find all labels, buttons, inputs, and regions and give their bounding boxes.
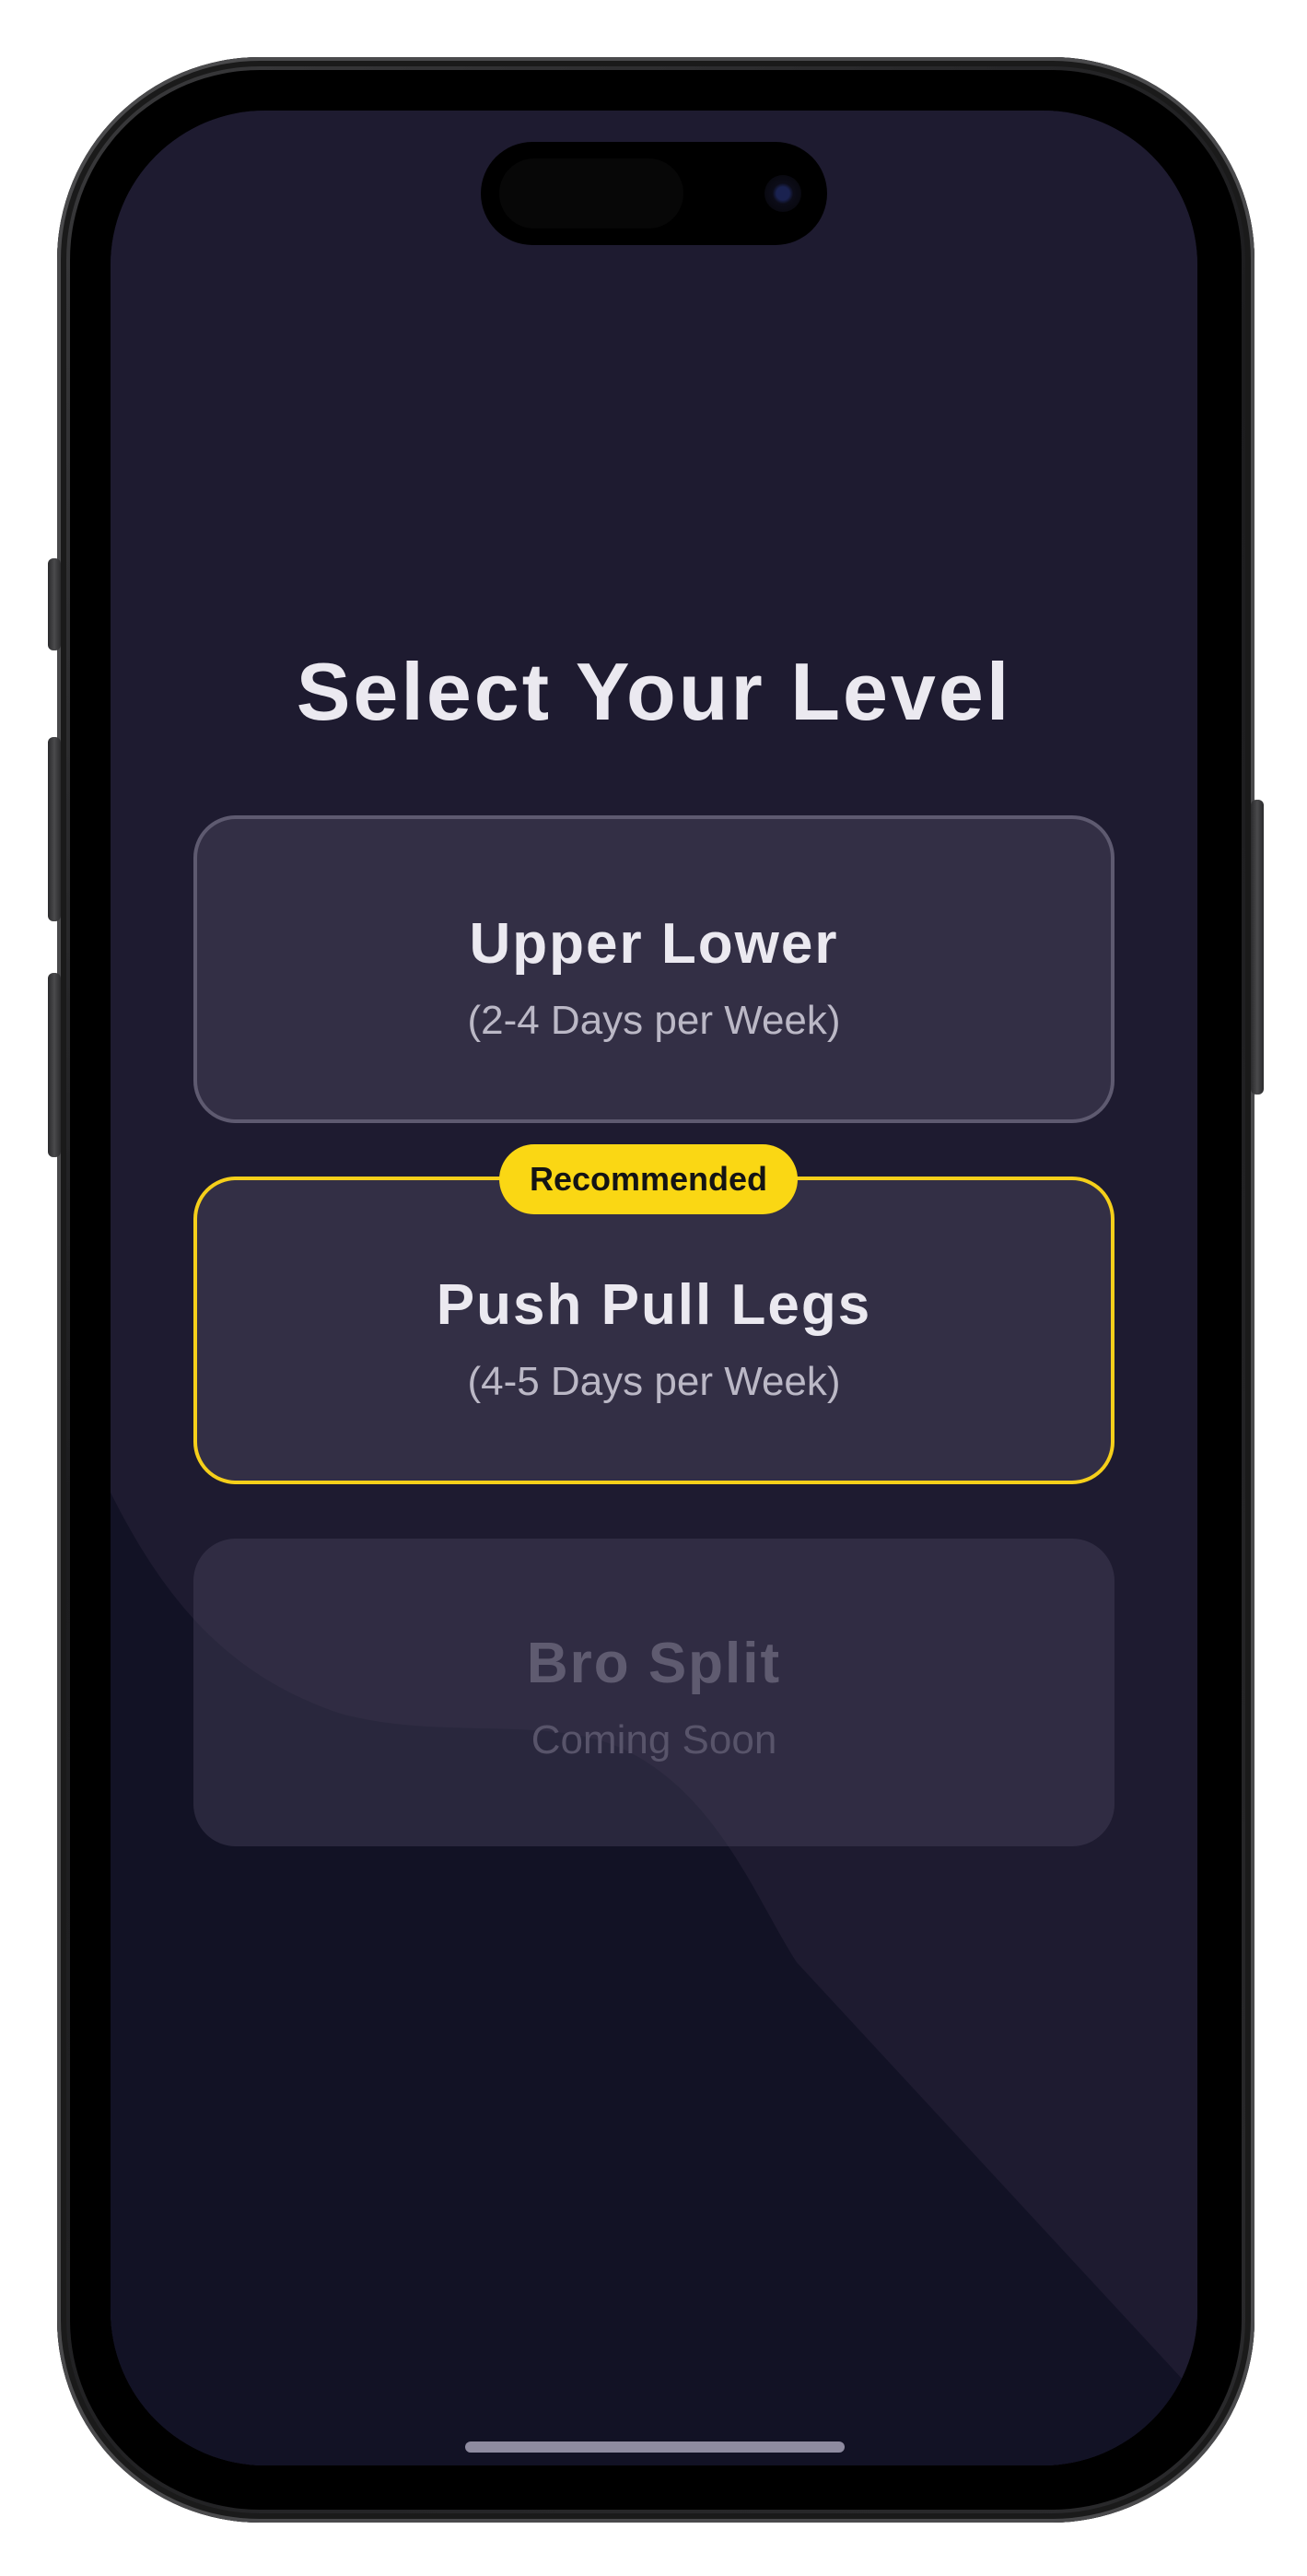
volume-up-button bbox=[48, 737, 61, 921]
dynamic-island bbox=[481, 142, 827, 245]
home-indicator[interactable] bbox=[465, 2441, 845, 2453]
face-id-sensor bbox=[499, 158, 683, 228]
plan-subtitle: (2-4 Days per Week) bbox=[467, 998, 841, 1043]
plan-subtitle: Coming Soon bbox=[531, 1717, 777, 1762]
plan-subtitle: (4-5 Days per Week) bbox=[467, 1359, 841, 1404]
plan-title: Bro Split bbox=[526, 1632, 782, 1695]
page-title: Select Your Level bbox=[296, 646, 1012, 737]
volume-down-button bbox=[48, 973, 61, 1157]
app-screen: Select Your Level Upper Lower (2-4 Days … bbox=[111, 111, 1197, 2465]
plan-card-push-pull-legs[interactable]: Push Pull Legs (4-5 Days per Week) bbox=[193, 1177, 1114, 1484]
plan-card-bro-split: Bro Split Coming Soon bbox=[193, 1539, 1114, 1846]
plan-title: Upper Lower bbox=[469, 912, 839, 976]
plan-card-upper-lower[interactable]: Upper Lower (2-4 Days per Week) bbox=[193, 815, 1114, 1123]
front-camera-icon bbox=[764, 175, 801, 212]
recommended-badge: Recommended bbox=[499, 1144, 798, 1214]
power-button bbox=[1251, 800, 1264, 1095]
action-button bbox=[48, 558, 61, 650]
plan-title: Push Pull Legs bbox=[436, 1273, 872, 1337]
